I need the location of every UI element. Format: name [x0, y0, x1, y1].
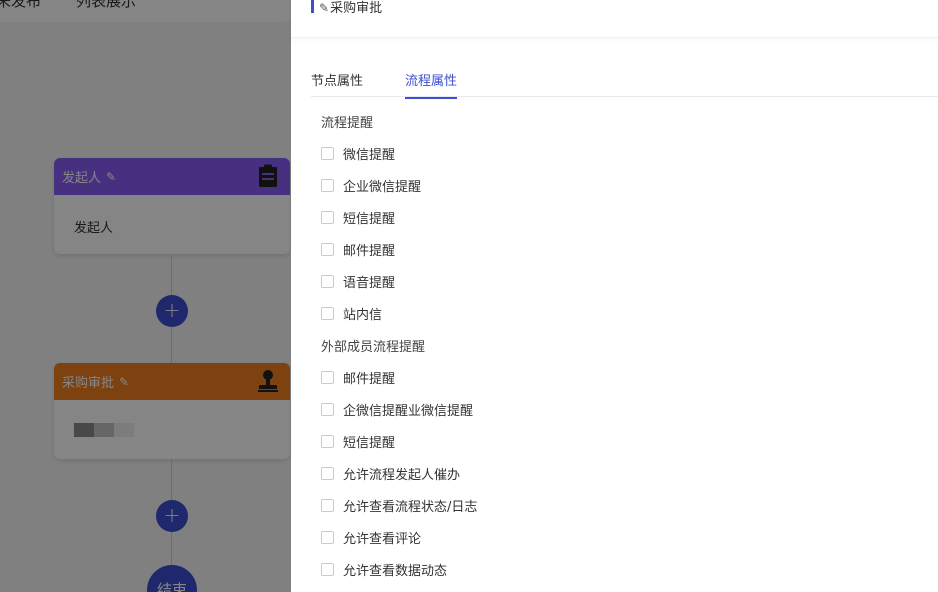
edit-pencil-icon[interactable]: ✎ [319, 1, 329, 15]
drawer-tabs: 节点属性 流程属性 [311, 60, 938, 99]
option-checkbox[interactable] [321, 178, 334, 192]
option-checkbox[interactable] [321, 146, 334, 160]
option-row[interactable]: 允许流程发起人催办 [321, 463, 460, 483]
option-row[interactable]: 语音提醒 [321, 271, 395, 291]
option-label: 企微信提醒业微信提醒 [343, 403, 474, 419]
option-label: 邮件提醒 [343, 371, 396, 387]
option-label: 语音提醒 [343, 275, 396, 291]
tab-process-properties[interactable]: 流程属性 [405, 70, 458, 99]
option-row[interactable]: 允许查看流程状态/日志 [321, 495, 477, 515]
option-checkbox[interactable] [321, 370, 334, 384]
option-row[interactable]: 短信提醒 [321, 207, 395, 227]
option-label: 微信提醒 [343, 147, 396, 163]
drawer-header: ✎采购审批 [291, 0, 938, 38]
option-row[interactable]: 企微信提醒业微信提醒 [321, 399, 473, 419]
option-label: 允许查看评论 [343, 531, 422, 547]
option-row[interactable]: 短信提醒 [321, 431, 395, 451]
option-row[interactable]: 允许查看数据动态 [321, 559, 447, 579]
option-checkbox[interactable] [321, 434, 334, 448]
option-checkbox[interactable] [321, 306, 334, 320]
option-row[interactable]: 微信提醒 [321, 143, 395, 163]
node-settings-drawer: ✎采购审批 节点属性 流程属性 流程提醒 微信提醒 企业微信提醒 短信提醒 邮件提醒 语音… [291, 0, 938, 592]
option-row[interactable]: 站内信 [321, 303, 382, 323]
section-label-external-member-reminders: 外部成员流程提醒 [321, 340, 426, 355]
option-label: 允许流程发起人催办 [343, 467, 461, 483]
option-checkbox[interactable] [321, 210, 334, 224]
option-checkbox[interactable] [321, 402, 334, 416]
option-checkbox[interactable] [321, 466, 334, 480]
option-label: 邮件提醒 [343, 243, 396, 259]
drawer-title[interactable]: ✎采购审批 [319, 0, 382, 16]
title-accent-bar [311, 0, 314, 13]
tab-node-properties[interactable]: 节点属性 [311, 70, 363, 97]
option-label: 短信提醒 [343, 435, 396, 451]
option-row[interactable]: 企业微信提醒 [321, 175, 421, 195]
option-row[interactable]: 邮件提醒 [321, 239, 395, 259]
option-checkbox[interactable] [321, 530, 334, 544]
option-label: 允许查看流程状态/日志 [343, 499, 478, 515]
section-label-process-reminders: 流程提醒 [321, 116, 374, 131]
option-checkbox[interactable] [321, 242, 334, 256]
option-label: 短信提醒 [343, 211, 396, 227]
option-label: 站内信 [343, 307, 383, 323]
drawer-title-text: 采购审批 [330, 1, 383, 16]
option-checkbox[interactable] [321, 562, 334, 576]
option-label: 允许查看数据动态 [343, 563, 448, 579]
option-row[interactable]: 允许查看评论 [321, 527, 421, 547]
option-checkbox[interactable] [321, 274, 334, 288]
option-row[interactable]: 邮件提醒 [321, 367, 395, 387]
option-checkbox[interactable] [321, 498, 334, 512]
option-label: 企业微信提醒 [343, 179, 422, 195]
